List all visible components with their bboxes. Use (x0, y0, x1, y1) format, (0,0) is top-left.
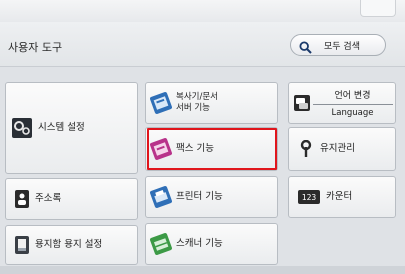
address-book-icon (15, 190, 29, 208)
counter-icon-text: 123 (301, 192, 317, 202)
bottom-band (0, 266, 405, 274)
printer-button[interactable]: 프린터 기능 (145, 176, 278, 218)
address-book-button[interactable]: 주소록 (5, 178, 138, 220)
printer-label: 프린터 기능 (176, 191, 223, 202)
copier-label-line1: 복사기/문서 (176, 92, 218, 102)
search-all-button[interactable]: 모두 검색 (290, 34, 386, 56)
counter-button[interactable]: 123 카운터 (288, 176, 396, 218)
paper-tray-settings-label: 용지함 용지 설정 (35, 239, 103, 250)
search-all-label: 모두 검색 (324, 41, 360, 52)
language-change-label: 언어 변경 (312, 88, 393, 105)
paper-tray-settings-button[interactable]: 용지함 용지 설정 (5, 225, 138, 265)
language-change-button[interactable]: 언어 변경 Language (288, 82, 396, 124)
fax-highlight-box (147, 128, 277, 170)
system-settings-button[interactable]: 시스템 설정 (5, 82, 138, 174)
gears-icon (12, 118, 32, 138)
scanner-label: 스캐너 기능 (176, 238, 223, 249)
copier-icon (149, 91, 173, 115)
top-bar (0, 0, 405, 22)
address-book-label: 주소록 (35, 193, 62, 204)
page-title: 사용자 도구 (8, 41, 63, 54)
paper-tray-icon (15, 236, 29, 254)
printer-icon (149, 185, 173, 209)
copier-document-server-button[interactable]: 복사기/문서 서버 기능 (145, 82, 278, 124)
copier-label-line2: 서버 기능 (176, 103, 210, 113)
scanner-button[interactable]: 스캐너 기능 (145, 223, 278, 265)
counter-icon: 123 (298, 190, 320, 204)
language-label: Language (331, 108, 374, 118)
system-settings-label: 시스템 설정 (38, 122, 85, 133)
counter-label: 카운터 (326, 191, 353, 202)
maintenance-button[interactable]: 유지관리 (288, 127, 396, 171)
language-icon (294, 95, 310, 111)
top-corner-button[interactable] (360, 0, 396, 17)
search-icon (299, 39, 312, 54)
maintenance-label: 유지관리 (320, 143, 355, 154)
wrench-icon (298, 139, 314, 158)
scanner-icon (149, 232, 173, 256)
